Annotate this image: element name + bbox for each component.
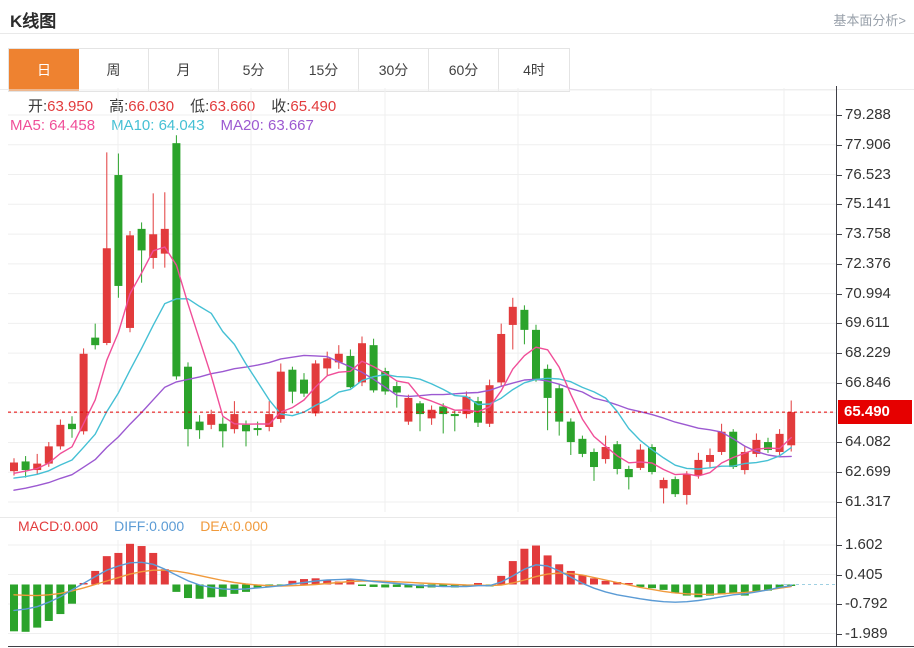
axis-tick-label: -1.989 [845,625,888,643]
tab-daily[interactable]: 日 [9,49,79,91]
axis-tick-label: 73.758 [845,225,891,243]
axis-tick [837,383,842,384]
tab-60min[interactable]: 60分 [429,49,499,91]
axis-tick-label: 0.405 [845,566,883,584]
tab-5min[interactable]: 5分 [219,49,289,91]
price-axis-line [836,86,837,646]
tab-30min[interactable]: 30分 [359,49,429,91]
tab-15min[interactable]: 15分 [289,49,359,91]
axis-tick-label: 1.602 [845,536,883,554]
axis-tick [837,545,842,546]
axis-tick-label: -0.792 [845,595,888,613]
axis-tick-label: 69.611 [845,314,890,332]
chart-bottom-border [8,646,914,647]
axis-tick [837,145,842,146]
axis-tick-label: 64.082 [845,433,891,451]
header-divider [0,33,914,34]
axis-tick [837,115,842,116]
kline-period-tab-bar: 日周月5分15分30分60分4时 [8,48,570,92]
macd-info-row: MACD:0.000 DIFF:0.000 DEA:0.000 [18,518,284,534]
axis-tick-label: 66.846 [845,374,891,392]
main-candlestick-chart[interactable] [8,88,836,512]
axis-tick [837,264,842,265]
current-price-badge: 65.490 [838,400,912,424]
indicator-value: DEA:0.000 [200,518,268,534]
axis-tick [837,294,842,295]
axis-tick-label: 79.288 [845,106,891,124]
axis-tick-label: 75.141 [845,195,891,213]
axis-tick [837,353,842,354]
axis-tick [837,634,842,635]
axis-tick [837,204,842,205]
axis-tick [837,175,842,176]
page-title: K线图 [10,7,56,32]
macd-histogram-chart[interactable] [8,540,836,646]
axis-tick [837,234,842,235]
axis-tick-label: 76.523 [845,166,891,184]
axis-tick [837,502,842,503]
axis-tick [837,323,842,324]
axis-tick-label: 70.994 [845,285,891,303]
axis-tick [837,442,842,443]
indicator-value: DIFF:0.000 [114,518,184,534]
kline-page: K线图 基本面分析> 日周月5分15分30分60分4时 开:63.950高:66… [0,0,914,648]
tab-4hour[interactable]: 4时 [499,49,569,91]
axis-tick-label: 62.699 [845,463,891,481]
tab-monthly[interactable]: 月 [149,49,219,91]
axis-tick-label: 77.906 [845,136,891,154]
axis-tick [837,575,842,576]
tab-weekly[interactable]: 周 [79,49,149,91]
axis-tick-label: 61.317 [845,493,891,511]
fundamental-analysis-link[interactable]: 基本面分析> [833,10,906,29]
indicator-value: MACD:0.000 [18,518,98,534]
axis-tick [837,472,842,473]
axis-tick [837,604,842,605]
axis-tick-label: 68.229 [845,344,891,362]
axis-tick-label: 72.376 [845,255,891,273]
